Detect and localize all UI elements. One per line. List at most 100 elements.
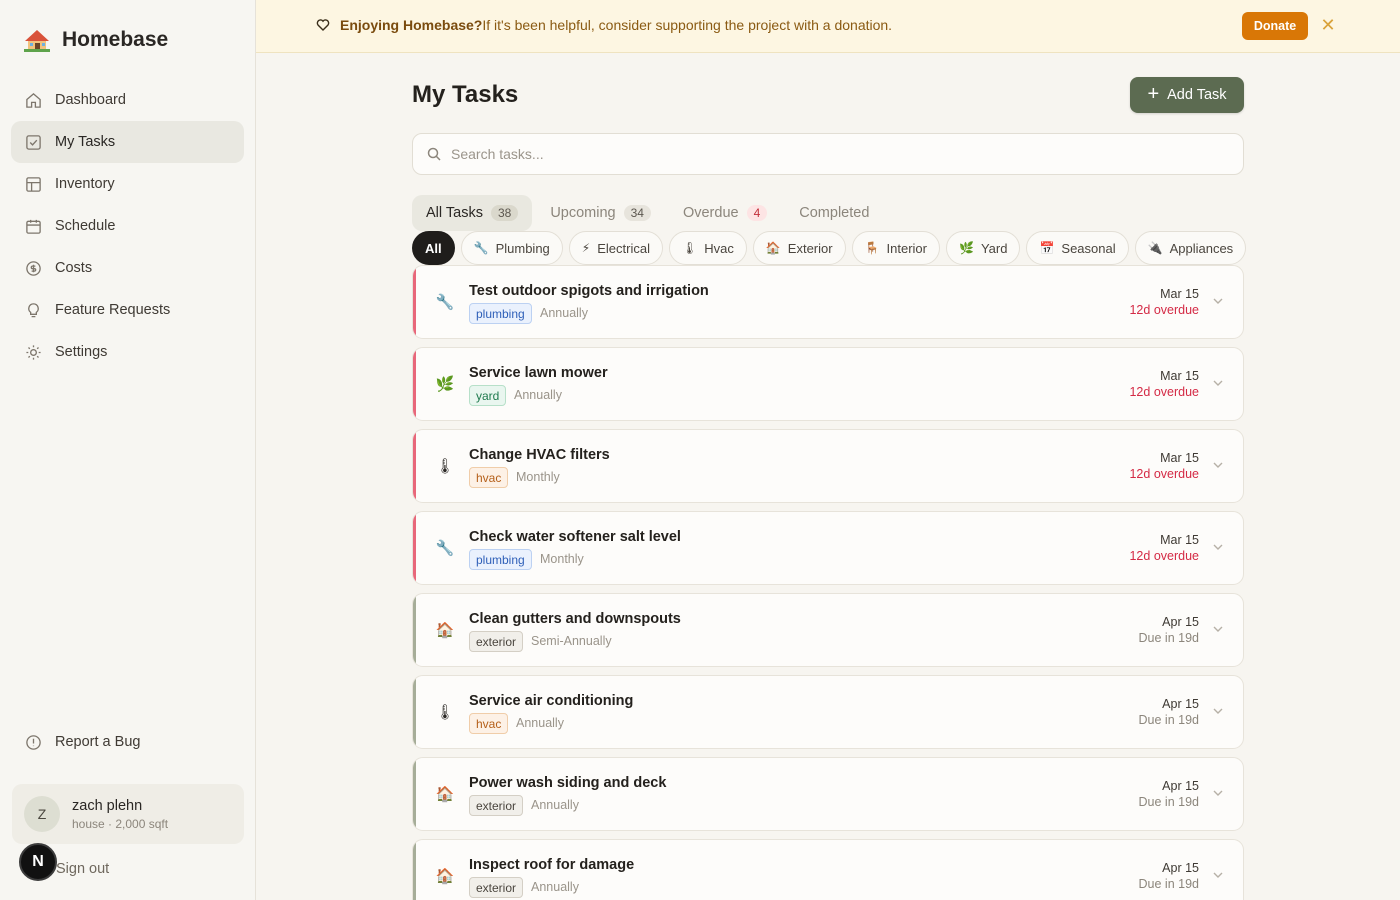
house-icon: 🏠 (435, 868, 455, 885)
filter-chip-electrical[interactable]: ⚡ Electrical (568, 231, 663, 265)
due-date: Apr 15 (1162, 615, 1199, 629)
sidebar-item-settings[interactable]: Settings (11, 331, 244, 373)
task-card[interactable]: 🌡 Change HVAC filters hvac Monthly Mar 1… (412, 429, 1244, 503)
sidebar-item-costs[interactable]: Costs (11, 247, 244, 289)
filter-chip-seasonal[interactable]: 📅 Seasonal (1026, 231, 1129, 265)
task-frequency: Annually (531, 880, 579, 894)
house-icon: 🏠 (435, 786, 455, 803)
status-accent-bar (413, 594, 416, 666)
sidebar-item-inventory[interactable]: Inventory (11, 163, 244, 205)
tab-overdue[interactable]: Overdue 4 (669, 195, 781, 231)
sidebar-item-label: My Tasks (55, 134, 116, 150)
user-name: zach plehn (72, 797, 143, 814)
thermometer-icon: 🌡 (435, 704, 455, 721)
sidebar-item-label: Feature Requests (55, 302, 171, 318)
layout-icon (24, 175, 42, 193)
chip-label: Plumbing (495, 240, 550, 256)
user-home-info: house · 2,000 sqft (72, 816, 169, 831)
tab-count-badge: 34 (623, 205, 651, 221)
sidebar-item-schedule[interactable]: Schedule (11, 205, 244, 247)
due-status: 12d overdue (1129, 385, 1199, 399)
filter-chip-exterior[interactable]: 🏠 Exterior (752, 231, 846, 265)
sidebar-item-my-tasks[interactable]: My Tasks (11, 121, 244, 163)
status-accent-bar (413, 512, 416, 584)
page-title: My Tasks (412, 81, 519, 108)
add-task-button[interactable]: + Add Task (1130, 77, 1244, 113)
chevron-down-icon[interactable] (1211, 786, 1225, 800)
filter-chip-hvac[interactable]: 🌡 Hvac (668, 231, 747, 265)
due-status: 12d overdue (1129, 549, 1199, 563)
chip-label: Seasonal (1061, 240, 1116, 256)
filter-chip-appliances[interactable]: 🔌 Appliances (1134, 231, 1247, 265)
chip-label: Hvac (704, 240, 734, 256)
donate-button[interactable]: Donate (1242, 12, 1308, 40)
due-date: Mar 15 (1160, 287, 1199, 301)
task-title: Test outdoor spigots and irrigation (469, 283, 709, 299)
search-bar[interactable] (412, 133, 1244, 175)
due-date: Mar 15 (1160, 369, 1199, 383)
next-dev-badge-icon[interactable]: N (19, 843, 57, 881)
plus-icon: + (1147, 83, 1160, 105)
sidebar-item-label: Schedule (55, 218, 116, 234)
status-accent-bar (413, 430, 416, 502)
report-bug-label: Report a Bug (55, 734, 141, 750)
user-card[interactable]: Z zach plehn house · 2,000 sqft (12, 784, 244, 844)
filter-chip-plumbing[interactable]: 🔧 Plumbing (460, 231, 563, 265)
task-title: Inspect roof for damage (469, 857, 635, 873)
task-title: Clean gutters and downspouts (469, 611, 681, 627)
task-list: 🔧 Test outdoor spigots and irrigation pl… (412, 265, 1244, 900)
house-logo-icon (24, 28, 50, 52)
sidebar-item-dashboard[interactable]: Dashboard (11, 79, 244, 121)
tab-label: Upcoming (550, 205, 616, 221)
tab-upcoming[interactable]: Upcoming 34 (536, 195, 665, 231)
chevron-down-icon[interactable] (1211, 704, 1225, 718)
chair-icon: 🪑 (864, 241, 880, 255)
task-title: Change HVAC filters (469, 447, 610, 463)
chevron-down-icon[interactable] (1211, 622, 1225, 636)
chevron-down-icon[interactable] (1211, 376, 1225, 390)
sign-out-link[interactable]: Sign out (56, 861, 109, 877)
thermometer-icon: 🌡 (681, 241, 698, 255)
status-accent-bar (413, 840, 416, 900)
thermometer-icon: 🌡 (435, 458, 455, 475)
task-card[interactable]: 🔧 Test outdoor spigots and irrigation pl… (412, 265, 1244, 339)
task-title: Service lawn mower (469, 365, 608, 381)
house-icon: 🏠 (435, 622, 455, 639)
task-card[interactable]: 🌡 Service air conditioning hvac Annually… (412, 675, 1244, 749)
task-card[interactable]: 🏠 Inspect roof for damage exterior Annua… (412, 839, 1244, 900)
due-status: Due in 19d (1138, 877, 1199, 891)
filter-chip-all[interactable]: All (412, 231, 455, 265)
task-card[interactable]: 🔧 Check water softener salt level plumbi… (412, 511, 1244, 585)
alert-circle-icon (24, 733, 42, 751)
due-date: Mar 15 (1160, 533, 1199, 547)
brand[interactable]: Homebase (24, 28, 168, 52)
chevron-down-icon[interactable] (1211, 868, 1225, 882)
sidebar-item-feature-requests[interactable]: Feature Requests (11, 289, 244, 331)
tab-label: Completed (799, 205, 870, 221)
task-frequency: Annually (514, 388, 562, 402)
due-status: 12d overdue (1129, 467, 1199, 481)
task-card[interactable]: 🏠 Power wash siding and deck exterior An… (412, 757, 1244, 831)
chevron-down-icon[interactable] (1211, 458, 1225, 472)
tab-all-tasks[interactable]: All Tasks 38 (412, 195, 533, 231)
calendar-icon: 📅 (1039, 241, 1055, 255)
filter-chip-interior[interactable]: 🪑 Interior (851, 231, 940, 265)
tab-completed[interactable]: Completed (785, 195, 883, 231)
search-input[interactable] (451, 146, 1211, 162)
category-tag: hvac (469, 467, 509, 488)
category-tag: exterior (469, 631, 524, 652)
chevron-down-icon[interactable] (1211, 540, 1225, 554)
category-tag: plumbing (469, 549, 532, 570)
category-tag: hvac (469, 713, 509, 734)
lightning-icon: ⚡ (581, 241, 591, 255)
report-bug-link[interactable]: Report a Bug (24, 733, 140, 751)
close-icon[interactable]: ✕ (1320, 15, 1336, 35)
status-accent-bar (413, 348, 416, 420)
chevron-down-icon[interactable] (1211, 294, 1225, 308)
task-card[interactable]: 🌿 Service lawn mower yard Annually Mar 1… (412, 347, 1244, 421)
sidebar-item-label: Inventory (55, 176, 115, 192)
tab-label: Overdue (682, 205, 739, 221)
avatar: Z (24, 796, 60, 832)
filter-chip-yard[interactable]: 🌿 Yard (946, 231, 1021, 265)
task-card[interactable]: 🏠 Clean gutters and downspouts exterior … (412, 593, 1244, 667)
